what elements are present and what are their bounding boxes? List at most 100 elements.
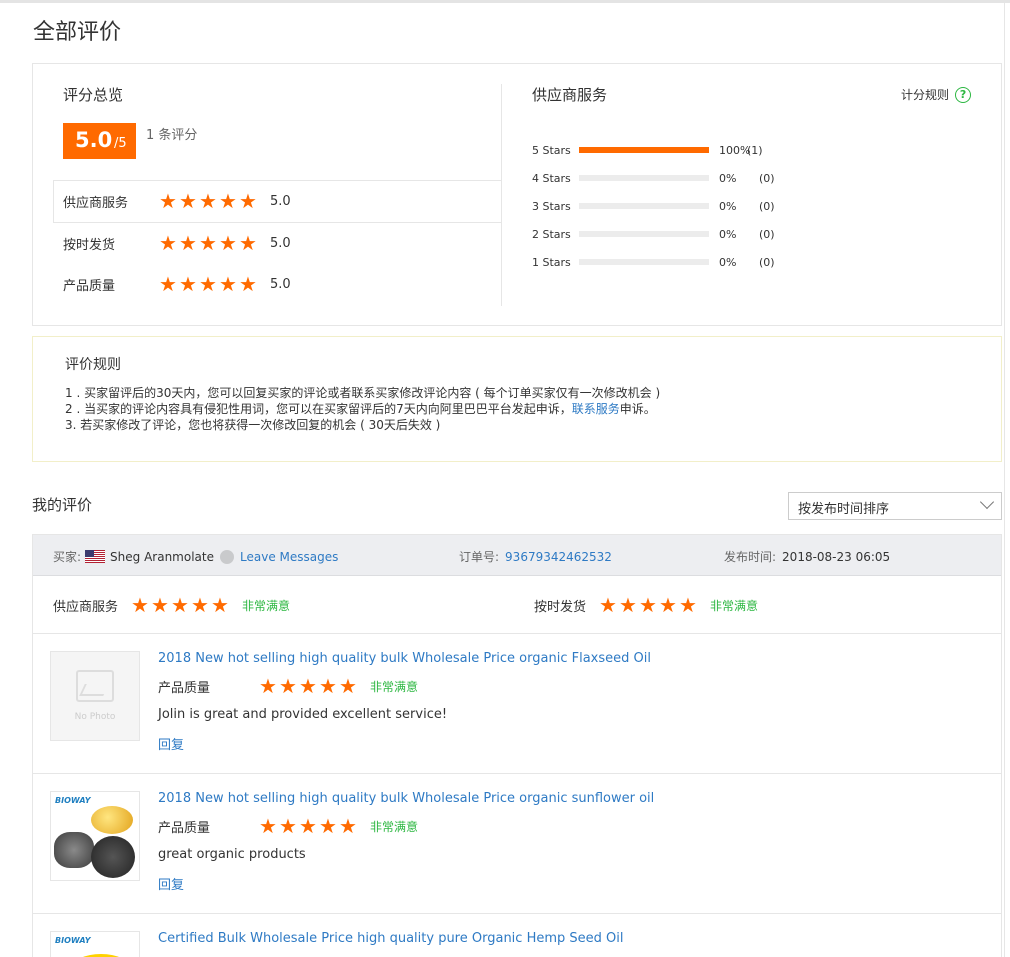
star-rating: ★ ★ ★ ★ ★ <box>158 191 258 211</box>
scoring-rules-link[interactable]: 计分规则 ? <box>901 86 972 103</box>
product-quality-rating: 产品质量 ★ ★ ★ ★ ★ 非常满意 <box>158 675 418 697</box>
distribution-bar <box>579 147 709 153</box>
distribution-label: 2 Stars <box>532 227 571 241</box>
overall-score: 5.0 <box>75 128 113 152</box>
review-card-header: 买家: Sheg Aranmolate Leave Messages 订单号: … <box>33 535 1001 576</box>
rating-row-supplier-service: 供应商服务 ★ ★ ★ ★ ★ 5.0 <box>63 189 291 213</box>
message-icon <box>220 549 234 564</box>
buyer-name: Sheg Aranmolate <box>110 549 214 564</box>
distribution-percent: 0% <box>719 171 737 185</box>
star-icon: ★ <box>171 593 189 617</box>
star-distribution-row: 4 Stars 0% (0) <box>532 171 775 185</box>
star-distribution-row: 5 Stars 100% (1) <box>532 143 763 157</box>
rules-line-1: 1 . 买家留评后的30天内，您可以回复买家的评论或者联系买家修改评论内容 ( … <box>65 386 661 400</box>
review-comment: great organic products <box>158 847 306 862</box>
star-icon: ★ <box>239 189 257 213</box>
no-photo-label: No Photo <box>74 712 116 722</box>
buyer-label: 买家: <box>53 550 82 564</box>
order-number-link[interactable]: 93679342462532 <box>505 550 612 564</box>
product-image[interactable]: BIOWAY <box>50 791 140 881</box>
chevron-down-icon <box>979 494 995 510</box>
rating-label: 按时发货 <box>63 237 116 253</box>
rules-line-3: 3. 若买家修改了评论，您也将获得一次修改回复的机会 ( 30天后失效 ) <box>65 418 441 432</box>
divider <box>33 633 1001 634</box>
star-icon: ★ <box>219 189 237 213</box>
star-icon: ★ <box>179 231 197 255</box>
star-icon: ★ <box>279 814 297 838</box>
distribution-label: 4 Stars <box>532 171 571 185</box>
star-icon: ★ <box>159 189 177 213</box>
distribution-label: 1 Stars <box>532 255 571 269</box>
question-circle-icon[interactable]: ? <box>955 86 972 103</box>
star-icon: ★ <box>319 674 337 698</box>
star-icon: ★ <box>199 189 217 213</box>
star-distribution-row: 3 Stars 0% (0) <box>532 199 775 213</box>
distribution-count: (0) <box>759 255 775 269</box>
star-icon: ★ <box>299 674 317 698</box>
distribution-percent: 0% <box>719 255 737 269</box>
date-label: 发布时间: <box>724 550 777 564</box>
rating-value: 5.0 <box>270 235 291 251</box>
star-rating: ★ ★ ★ ★ ★ <box>130 595 230 615</box>
product-image[interactable]: BIOWAY <box>50 931 140 957</box>
star-icon: ★ <box>179 272 197 296</box>
page-title: 全部评价 <box>33 20 122 45</box>
rules-line-2: 2 . 当买家的评论内容具有侵犯性用词，您可以在买家留评后的7天内向阿里巴巴平台… <box>65 400 656 417</box>
reply-link[interactable]: 回复 <box>158 874 184 893</box>
product-title-link[interactable]: 2018 New hot selling high quality bulk W… <box>158 651 651 666</box>
sort-select[interactable]: 按发布时间排序 <box>788 492 1002 520</box>
review-card: 买家: Sheg Aranmolate Leave Messages 订单号: … <box>32 534 1002 957</box>
distribution-count: (0) <box>759 199 775 213</box>
satisfaction-text: 非常满意 <box>370 679 419 694</box>
rating-label: 供应商服务 <box>63 195 129 211</box>
product-quality-rating: 产品质量 ★ ★ ★ ★ ★ 非常满意 <box>158 815 418 837</box>
star-rating: ★ ★ ★ ★ ★ <box>258 816 358 836</box>
right-border <box>1004 3 1005 957</box>
star-icon: ★ <box>239 272 257 296</box>
rating-row-on-time-shipping: 按时发货 ★ ★ ★ ★ ★ 5.0 <box>63 231 291 255</box>
scoring-rules-label: 计分规则 <box>901 88 950 102</box>
star-icon: ★ <box>259 674 277 698</box>
rating-label: 供应商服务 <box>53 599 119 615</box>
leave-message-link[interactable]: Leave Messages <box>240 550 338 564</box>
satisfaction-text: 非常满意 <box>242 598 291 613</box>
star-icon: ★ <box>151 593 169 617</box>
product-title-link[interactable]: 2018 New hot selling high quality bulk W… <box>158 791 654 806</box>
overall-score-badge: 5.0 /5 <box>63 123 136 159</box>
us-flag-icon <box>85 550 106 563</box>
distribution-bar <box>579 203 709 209</box>
contact-service-link[interactable]: 联系服务 <box>572 402 620 416</box>
star-rating: ★ ★ ★ ★ ★ <box>598 595 698 615</box>
divider <box>53 222 502 223</box>
seed-image-shape <box>54 832 94 868</box>
star-icon: ★ <box>299 814 317 838</box>
star-icon: ★ <box>659 593 677 617</box>
star-icon: ★ <box>599 593 617 617</box>
star-rating: ★ ★ ★ ★ ★ <box>258 676 358 696</box>
rating-summary-panel: 评分总览 5.0 /5 1 条评分 供应商服务 ★ ★ ★ ★ ★ 5.0 按时发货 ★… <box>32 63 1002 326</box>
product-image-placeholder[interactable]: No Photo <box>50 651 140 741</box>
divider <box>33 913 1001 914</box>
distribution-count: (0) <box>759 171 775 185</box>
distribution-bar <box>579 231 709 237</box>
star-icon: ★ <box>219 272 237 296</box>
review-comment: Jolin is great and provided excellent se… <box>158 707 448 722</box>
rating-count: 1 条评分 <box>146 128 198 143</box>
rating-label: 产品质量 <box>63 278 116 294</box>
oil-image-shape <box>91 806 133 834</box>
reply-link[interactable]: 回复 <box>158 734 184 753</box>
star-icon: ★ <box>279 674 297 698</box>
star-icon: ★ <box>319 814 337 838</box>
publish-time: 发布时间: 2018-08-23 06:05 <box>724 548 890 565</box>
sort-select-value: 按发布时间排序 <box>798 502 890 517</box>
product-title-link[interactable]: Certified Bulk Wholesale Price high qual… <box>158 931 623 946</box>
rating-label: 按时发货 <box>534 599 587 615</box>
star-icon: ★ <box>679 593 697 617</box>
order-info: 订单号: 93679342462532 <box>459 548 612 565</box>
star-icon: ★ <box>619 593 637 617</box>
image-placeholder-icon <box>76 670 114 702</box>
distribution-percent: 0% <box>719 227 737 241</box>
seed-image-shape <box>91 836 135 878</box>
star-icon: ★ <box>199 272 217 296</box>
satisfaction-text: 非常满意 <box>370 819 419 834</box>
